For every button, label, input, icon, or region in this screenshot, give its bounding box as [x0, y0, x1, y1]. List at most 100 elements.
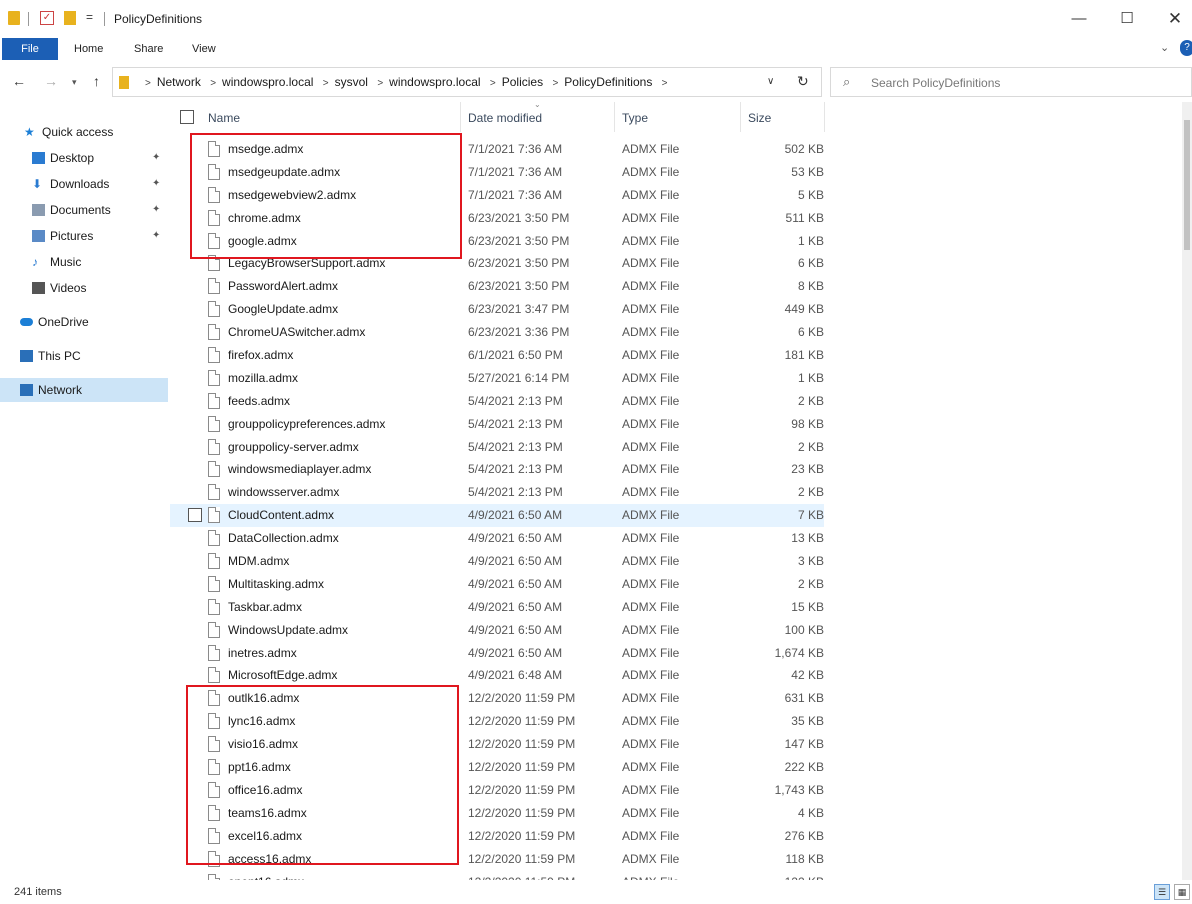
- breadcrumb-item[interactable]: sysvol: [335, 75, 368, 89]
- column-divider[interactable]: [614, 102, 615, 132]
- sidebar-item-documents[interactable]: Documents ✦: [0, 198, 168, 222]
- properties-icon[interactable]: ✓: [40, 11, 54, 25]
- chevron-right-icon[interactable]: >: [377, 78, 383, 89]
- file-row[interactable]: mozilla.admx 5/27/2021 6:14 PM ADMX File 1 …: [170, 367, 824, 390]
- column-header-size[interactable]: Size: [748, 111, 771, 125]
- new-folder-icon[interactable]: [64, 11, 76, 25]
- file-row[interactable]: ChromeUASwitcher.admx 6/23/2021 3:36 PM AD…: [170, 321, 824, 344]
- back-arrow-icon[interactable]: ←: [12, 73, 26, 89]
- file-row[interactable]: PasswordAlert.admx 6/23/2021 3:50 PM ADMX …: [170, 275, 824, 298]
- expand-ribbon-icon[interactable]: ⌄: [1160, 41, 1169, 54]
- tab-view[interactable]: View: [192, 38, 216, 60]
- file-row[interactable]: firefox.admx 6/1/2021 6:50 PM ADMX File 181…: [170, 344, 824, 367]
- chevron-right-icon[interactable]: >: [552, 78, 558, 89]
- customize-toolbar-icon[interactable]: =: [86, 10, 93, 24]
- file-name: feeds.admx: [228, 393, 291, 408]
- tab-share[interactable]: Share: [134, 38, 163, 60]
- breadcrumb-item[interactable]: windowspro.local: [389, 75, 480, 89]
- column-header-type[interactable]: Type: [622, 111, 648, 125]
- tab-file[interactable]: File: [2, 38, 58, 60]
- file-row[interactable]: windowsmediaplayer.admx 5/4/2021 2:13 PM A…: [170, 458, 824, 481]
- pin-icon: ✦: [152, 178, 161, 189]
- file-type: ADMX File: [622, 554, 680, 569]
- column-divider[interactable]: [740, 102, 741, 132]
- breadcrumb-item[interactable]: Network: [157, 75, 201, 89]
- forward-arrow-icon[interactable]: →: [44, 73, 58, 89]
- sidebar-item-videos[interactable]: Videos: [0, 276, 168, 300]
- address-bar[interactable]: > Network > windowspro.local > sysvol > wind…: [112, 67, 822, 97]
- file-row[interactable]: Taskbar.admx 4/9/2021 6:50 AM ADMX File 15 …: [170, 596, 824, 619]
- sidebar-item-downloads[interactable]: ⬇ Downloads ✦: [0, 172, 168, 196]
- file-row[interactable]: GoogleUpdate.admx 6/23/2021 3:47 PM ADMX F…: [170, 298, 824, 321]
- file-size: 2 KB: [797, 485, 824, 500]
- file-row[interactable]: Multitasking.admx 4/9/2021 6:50 AM ADMX Fi…: [170, 573, 824, 596]
- chevron-right-icon[interactable]: >: [145, 78, 151, 89]
- column-header-date[interactable]: Date modified: [468, 111, 542, 125]
- file-date: 6/23/2021 3:50 PM: [468, 256, 570, 271]
- refresh-icon[interactable]: ↻: [797, 73, 809, 90]
- sidebar-item-pictures[interactable]: Pictures ✦: [0, 224, 168, 248]
- file-name: MDM.admx: [228, 554, 290, 569]
- file-size: 2 KB: [797, 439, 824, 454]
- maximize-button[interactable]: ☐: [1112, 8, 1142, 30]
- chevron-right-icon[interactable]: >: [490, 78, 496, 89]
- row-checkbox[interactable]: [188, 508, 202, 523]
- file-row[interactable]: feeds.admx 5/4/2021 2:13 PM ADMX File 2 KB: [170, 390, 824, 413]
- file-date: 12/2/2020 11:59 PM: [468, 737, 576, 752]
- breadcrumb-item[interactable]: Policies: [502, 75, 543, 89]
- chevron-down-icon[interactable]: ∨: [767, 76, 774, 87]
- column-divider[interactable]: [824, 102, 825, 132]
- file-row[interactable]: WindowsUpdate.admx 4/9/2021 6:50 AM ADMX F…: [170, 619, 824, 642]
- sidebar-item-onedrive[interactable]: OneDrive: [0, 310, 168, 334]
- sidebar-item-network[interactable]: Network: [0, 378, 168, 402]
- file-row[interactable]: MDM.admx 4/9/2021 6:50 AM ADMX File 3 KB: [170, 550, 824, 573]
- file-date: 6/23/2021 3:36 PM: [468, 325, 570, 340]
- file-type: ADMX File: [622, 760, 680, 775]
- scrollbar-thumb[interactable]: [1184, 120, 1190, 250]
- file-row[interactable]: CloudContent.admx 4/9/2021 6:50 AM ADMX Fi…: [170, 504, 824, 528]
- select-all-checkbox[interactable]: [180, 110, 194, 124]
- chevron-right-icon[interactable]: >: [662, 78, 668, 89]
- file-row[interactable]: windowsserver.admx 5/4/2021 2:13 PM ADMX F…: [170, 481, 824, 504]
- minimize-button[interactable]: —: [1064, 8, 1094, 30]
- chevron-right-icon[interactable]: >: [210, 78, 216, 89]
- file-size: 181 KB: [784, 348, 824, 363]
- file-row[interactable]: inetres.admx 4/9/2021 6:50 AM ADMX File 1,6…: [170, 642, 824, 665]
- sidebar-item-desktop[interactable]: Desktop ✦: [0, 146, 168, 170]
- help-icon[interactable]: ?: [1180, 40, 1192, 56]
- file-row[interactable]: DataCollection.admx 4/9/2021 6:50 AM ADMX …: [170, 527, 824, 550]
- file-size: 15 KB: [791, 599, 824, 614]
- file-date: 4/9/2021 6:48 AM: [468, 668, 563, 683]
- file-type: ADMX File: [622, 233, 680, 248]
- file-row[interactable]: onent16.admx12/2/2020 11:59 PMADMX File1…: [170, 871, 824, 880]
- tab-home[interactable]: Home: [74, 38, 103, 60]
- column-header-name[interactable]: Name: [208, 111, 240, 125]
- ribbon-tabs: File Home Share View ⌄ ?: [0, 38, 1192, 60]
- file-icon: [208, 347, 220, 364]
- recent-locations-icon[interactable]: ▾: [72, 77, 77, 88]
- file-date: 12/2/2020 11:59 PM: [468, 760, 576, 775]
- sidebar-item-music[interactable]: ♪ Music: [0, 250, 168, 274]
- file-icon: [208, 644, 220, 661]
- search-input[interactable]: ⌕ Search PolicyDefinitions: [830, 67, 1192, 97]
- close-button[interactable]: ✕: [1160, 8, 1190, 30]
- details-view-icon[interactable]: ☰: [1154, 884, 1170, 900]
- sidebar-item-quick-access[interactable]: ★ Quick access: [0, 120, 168, 144]
- file-date: 5/4/2021 2:13 PM: [468, 393, 563, 408]
- up-arrow-icon[interactable]: ↑: [93, 73, 100, 89]
- chevron-right-icon[interactable]: >: [323, 78, 329, 89]
- file-row[interactable]: grouppolicypreferences.admx 5/4/2021 2:13…: [170, 413, 824, 436]
- vertical-scrollbar[interactable]: [1182, 102, 1192, 880]
- folder-icon[interactable]: [8, 11, 20, 25]
- breadcrumb-item[interactable]: PolicyDefinitions: [564, 75, 652, 89]
- file-size: 8 KB: [797, 279, 824, 294]
- file-row[interactable]: grouppolicy-server.admx 5/4/2021 2:13 PM A…: [170, 436, 824, 459]
- navigation-bar: ← → ▾ ↑ > Network > windowspro.local > sysv…: [0, 62, 1192, 102]
- column-divider[interactable]: [460, 102, 461, 132]
- breadcrumb-item[interactable]: windowspro.local: [222, 75, 313, 89]
- sidebar-item-this-pc[interactable]: This PC: [0, 344, 168, 368]
- large-icons-view-icon[interactable]: ▦: [1174, 884, 1190, 900]
- file-row[interactable]: MicrosoftEdge.admx 4/9/2021 6:48 AM ADMX F…: [170, 664, 824, 687]
- file-name: inetres.admx: [228, 645, 297, 660]
- file-date: 4/9/2021 6:50 AM: [468, 576, 563, 591]
